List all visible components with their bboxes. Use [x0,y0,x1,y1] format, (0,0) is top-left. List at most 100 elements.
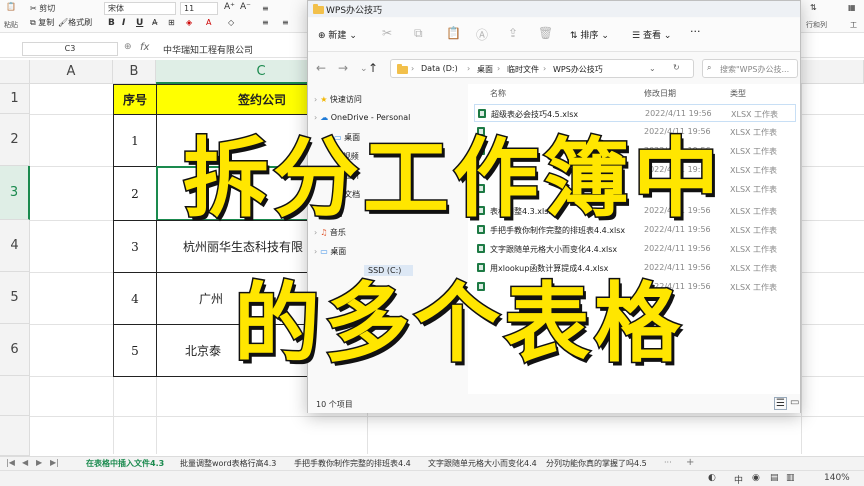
formula-input[interactable]: 中华瑞知工程有限公司 [163,43,253,56]
share-icon[interactable]: ⇪ [508,26,518,40]
row-header-2[interactable]: 2 [0,114,30,166]
table-cell-index[interactable]: 1 [113,114,157,167]
worksheet-icon[interactable]: ▦ [848,3,856,12]
copy-icon[interactable]: ⧉ [414,26,423,41]
sheet-tab-1[interactable]: 在表格中插入文件4.3 [86,458,164,469]
breadcrumb-item[interactable]: 桌面 [477,64,493,75]
chevron-down-icon[interactable]: ⌄ [360,64,368,74]
eye-icon[interactable]: ◉ [752,473,760,483]
column-header-b[interactable]: B [113,60,156,84]
add-sheet-button[interactable]: + [686,457,694,468]
view-button[interactable]: ☰ 查看 ⌄ [632,28,671,41]
column-header-a[interactable]: A [30,60,113,84]
increase-font-icon[interactable]: A⁺ [224,2,235,12]
row-header-7[interactable] [0,376,30,416]
next-sheet-button[interactable]: ▶ [36,458,42,467]
paste-button[interactable]: 粘贴 [4,20,18,30]
name-box[interactable]: C3 [22,42,118,56]
zoom-icon[interactable]: ⊕ [124,42,132,52]
italic-button[interactable]: I [122,18,125,28]
back-arrow-icon[interactable]: ← [316,61,326,75]
sheet-tab-5[interactable]: 分列功能你真的掌握了吗4.5 [546,458,647,469]
copy-button[interactable]: ⧉ 复制 [30,17,54,28]
row-header-8[interactable] [0,416,30,456]
prev-sheet-button[interactable]: ◀ [22,458,28,467]
strikethrough-icon[interactable]: A̶ [152,18,157,27]
font-size-select[interactable]: 11 [180,2,218,15]
decrease-font-icon[interactable]: A⁻ [240,2,251,12]
underline-button[interactable]: U [136,18,143,28]
sheet-tab-4[interactable]: 文字跟随单元格大小而变化4.4 [428,458,537,469]
up-arrow-icon[interactable]: ↑ [368,61,378,75]
normal-view-icon[interactable]: ▤ [770,473,779,483]
refresh-icon[interactable]: ↻ [673,63,680,72]
fx-button[interactable]: fx [140,42,149,53]
breadcrumb-item[interactable]: WPS办公技巧 [553,64,603,75]
nav-item-quick-access[interactable]: › ★ 快速访问 [314,94,362,105]
column-header-h[interactable] [801,60,864,84]
rows-cols-button[interactable]: 行和列 [806,20,827,30]
breadcrumb-item[interactable]: Data (D:) [421,64,458,73]
explorer-command-bar: ⊕ 新建 ⌄ ✂ ⧉ 📋 Ⓐ ⇪ 🗑 ⇅ 排序 ⌄ ☰ 查看 ⌄ ··· [308,18,800,52]
first-sheet-button[interactable]: |◀ [6,458,15,467]
search-box[interactable]: ⌕ 搜索"WPS办公技... [702,59,798,78]
column-header-name[interactable]: 名称 [490,88,506,99]
delete-icon[interactable]: 🗑 [538,26,553,40]
rename-icon[interactable]: Ⓐ [476,26,488,43]
align-center-icon[interactable]: ≡ [282,18,289,27]
font-color-icon[interactable]: A [206,18,211,27]
select-all-corner[interactable] [0,60,30,84]
sheet-tab-2[interactable]: 批量调整word表格行高4.3 [180,458,276,469]
sort-icon[interactable]: ⇅ [810,3,817,12]
format-painter-label: 格式刷 [68,18,93,27]
bold-button[interactable]: B [108,18,115,28]
row-header-4[interactable]: 4 [0,220,30,272]
last-sheet-button[interactable]: ▶| [50,458,59,467]
table-cell-index[interactable]: 3 [113,220,157,273]
file-date: 2022/4/11 19:56 [644,244,711,253]
align-top-icon[interactable]: ≡ [262,4,269,13]
worksheet-button[interactable]: 工 [850,20,857,30]
input-method-icon[interactable]: ◐ [708,473,716,483]
input-method[interactable]: 中 [734,473,743,486]
row-header-1[interactable]: 1 [0,84,30,114]
table-header-index[interactable]: 序号 [113,84,157,115]
forward-arrow-icon[interactable]: → [338,61,348,75]
font-name-select[interactable]: 宋体 [104,2,176,15]
explorer-title-bar: WPS办公技巧 [308,1,800,17]
tiles-view-icon[interactable]: ▭ [790,397,799,408]
column-header-type[interactable]: 类型 [730,88,746,99]
breadcrumb-item[interactable]: 临时文件 [507,64,539,75]
sort-label: 排序 [580,31,599,41]
search-icon: ⌕ [707,63,712,72]
align-left-icon[interactable]: ≡ [262,18,269,27]
clear-format-icon[interactable]: ◇ [228,18,234,27]
row-header-3[interactable]: 3 [0,166,30,220]
border-icon[interactable]: ⊞ [168,18,175,27]
column-header-date[interactable]: 修改日期 [644,88,676,99]
sheet-tab-3[interactable]: 手把手教你制作完整的排班表4.4 [294,458,411,469]
cut-icon[interactable]: ✂ [382,26,392,40]
table-cell-index[interactable]: 2 [113,166,157,221]
address-bar[interactable]: › Data (D:) › 桌面 › 临时文件 › WPS办公技巧 ⌄ ↻ [390,59,694,78]
file-type: XLSX 工作表 [731,110,779,119]
paste-icon[interactable]: 📋 [446,26,461,40]
breadcrumb-separator: › [497,64,501,73]
table-cell-index[interactable]: 5 [113,324,157,377]
new-button[interactable]: ⊕ 新建 ⌄ [318,28,357,41]
more-sheets-button[interactable]: ··· [664,458,672,467]
paste-icon[interactable]: 📋 [6,2,16,11]
sort-button[interactable]: ⇅ 排序 ⌄ [570,28,609,41]
row-header-5[interactable]: 5 [0,272,30,324]
breadcrumb-separator: › [467,64,471,73]
more-options-button[interactable]: ··· [690,25,701,38]
format-painter-button[interactable]: 🖌格式刷 [58,17,92,28]
details-view-icon[interactable]: ☰ [774,397,787,410]
cut-button[interactable]: ✂ 剪切 [30,3,55,14]
table-cell-index[interactable]: 4 [113,272,157,325]
page-view-icon[interactable]: ▥ [786,473,795,483]
chevron-down-icon[interactable]: ⌄ [649,64,656,73]
row-header-6[interactable]: 6 [0,324,30,376]
zoom-level[interactable]: 140% [824,473,850,483]
fill-color-icon[interactable]: ◈ [186,18,192,27]
